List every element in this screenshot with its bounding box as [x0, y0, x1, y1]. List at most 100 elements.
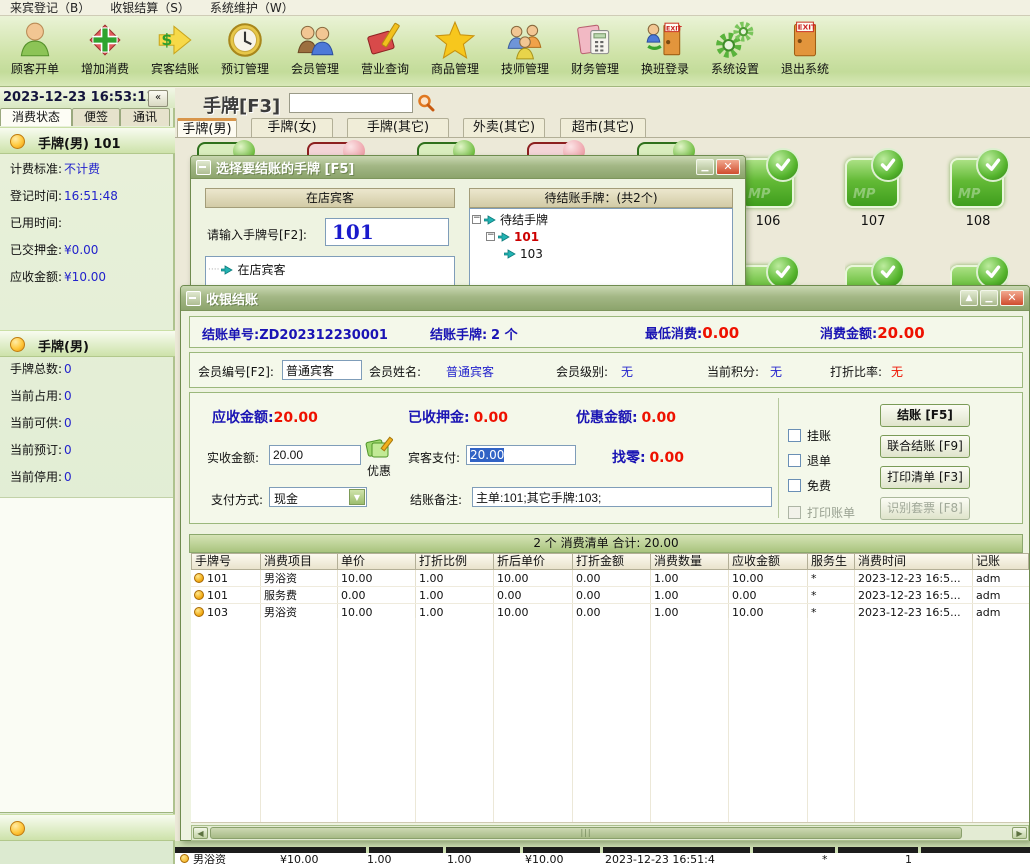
checkbox-icon[interactable]: [788, 454, 801, 467]
checkbox-icon[interactable]: [788, 479, 801, 492]
toolbar-customer-billing[interactable]: 顾客开单: [0, 16, 70, 86]
tag-tile-clipped[interactable]: [740, 255, 802, 285]
toolbar-members[interactable]: 会员管理: [280, 16, 350, 86]
tree-item-root[interactable]: 待结手牌: [472, 211, 730, 228]
menu-guest-register[interactable]: 来宾登记（B）: [0, 1, 100, 15]
sidebar-tabs: 消费状态 便签 通讯: [0, 108, 175, 126]
tree-item-101[interactable]: 101: [472, 228, 730, 245]
tab-tags-female[interactable]: 手牌(女): [251, 118, 333, 137]
dialog-titlebar[interactable]: 收银结账 ▲ ▁ ✕: [181, 286, 1029, 311]
tab-notes[interactable]: 便签: [72, 108, 120, 126]
receivable: 应收金额:20.00: [212, 407, 318, 427]
chevron-down-icon[interactable]: ▼: [349, 489, 365, 505]
tab-takeout-other[interactable]: 外卖(其它): [463, 118, 545, 137]
search-magnifier-icon[interactable]: [417, 94, 435, 112]
toolbar-goods[interactable]: 商品管理: [420, 16, 490, 86]
table-column-header[interactable]: 应收金额: [729, 553, 808, 570]
pending-tags-tree[interactable]: 待结手牌 101 103: [469, 208, 733, 292]
orange-ball-icon: [10, 134, 25, 149]
panel-header-current-tag[interactable]: 手牌(男) 101: [0, 127, 175, 154]
table-column-header[interactable]: 消费项目: [261, 553, 338, 570]
table-column-header[interactable]: 记账: [973, 553, 1029, 570]
consume-amount: 消费金额:20.00: [820, 323, 925, 342]
tree-item-instore[interactable]: ···· 在店宾客: [208, 261, 452, 278]
tag-tile-clipped[interactable]: [527, 139, 585, 155]
checkbox-icon: [788, 506, 801, 519]
tab-market-other[interactable]: 超市(其它): [560, 118, 646, 137]
tag-tile-clipped[interactable]: [417, 139, 475, 155]
close-icon[interactable]: ✕: [1000, 290, 1024, 306]
toolbar-guest-checkout[interactable]: $ 宾客结账: [140, 16, 210, 86]
tab-messages[interactable]: 通讯: [120, 108, 170, 126]
menu-system-maintain[interactable]: 系统维护（W）: [200, 1, 304, 15]
guest-pay-input[interactable]: 20.00: [466, 445, 576, 465]
toolbar-reservation[interactable]: 预订管理: [210, 16, 280, 86]
toolbar-settings[interactable]: 系统设置: [700, 16, 770, 86]
toolbar-exit[interactable]: EXIT 退出系统: [770, 16, 840, 86]
tab-tags-male[interactable]: 手牌(男): [177, 118, 237, 137]
toolbar-finance[interactable]: 财务管理: [560, 16, 630, 86]
table-column-header[interactable]: 折后单价: [494, 553, 573, 570]
table-column-header[interactable]: 单价: [338, 553, 416, 570]
rollup-icon[interactable]: ▲: [960, 290, 978, 306]
table-column-header[interactable]: 打折金额: [573, 553, 651, 570]
table-column-header[interactable]: 消费时间: [855, 553, 973, 570]
table-column-header[interactable]: 服务生: [808, 553, 855, 570]
payment-method-select[interactable]: 现金 ▼: [269, 487, 367, 507]
member-discount: 无: [891, 363, 903, 380]
close-icon[interactable]: ✕: [716, 159, 740, 175]
settle-button[interactable]: 结账 [F5]: [880, 404, 970, 427]
remark-input[interactable]: [472, 487, 772, 507]
checkbox-credit[interactable]: 挂账: [788, 427, 831, 444]
tab-tags-other[interactable]: 手牌(其它): [347, 118, 449, 137]
table-column-header[interactable]: 消费数量: [651, 553, 729, 570]
checkbox-refund[interactable]: 退单: [788, 452, 831, 469]
menu-cashier-settle[interactable]: 收银结算（S）: [100, 1, 200, 15]
member-no-input[interactable]: [282, 360, 362, 380]
tag-search-input[interactable]: [289, 93, 413, 113]
tag-stats-fields: 手牌总数:0当前占用:0当前可供:0当前预订:0当前停用:0: [0, 360, 175, 495]
tag-tile-108[interactable]: MP 108: [950, 150, 1010, 238]
checkbox-free[interactable]: 免费: [788, 477, 831, 494]
tag-number-input[interactable]: [325, 218, 449, 246]
collapse-node-icon[interactable]: [486, 232, 495, 241]
page-title: 手牌[F3]: [203, 92, 280, 118]
tag-tile-106[interactable]: MP 106: [740, 150, 800, 238]
tree-item-103[interactable]: 103: [472, 245, 730, 262]
panel-header-tag-stats[interactable]: 手牌(男): [0, 330, 175, 357]
sidebar-collapse-button[interactable]: «: [148, 90, 168, 107]
table-row[interactable]: 101 服务费0.001.000.000.001.000.00*2023-12-…: [191, 587, 1029, 604]
panel-header-collapsed[interactable]: [0, 814, 175, 841]
checkbox-icon[interactable]: [788, 429, 801, 442]
toolbar-business-query[interactable]: 营业查询: [350, 16, 420, 86]
tag-tile-clipped[interactable]: [637, 139, 695, 155]
tab-consume-status[interactable]: 消费状态: [0, 108, 72, 126]
tag-tile-clipped[interactable]: [307, 139, 365, 155]
identify-ticket-button: 识别套票 [F8]: [880, 497, 970, 520]
actual-amount-input[interactable]: [269, 445, 361, 465]
scroll-left-icon[interactable]: ◀: [193, 827, 208, 839]
dialog-titlebar[interactable]: 选择要结账的手牌 [F5] ▁ ✕: [191, 156, 745, 179]
toolbar-add-consumption[interactable]: 增加消费: [70, 16, 140, 86]
discount-button[interactable]: 优惠: [362, 435, 396, 483]
payment-box: 应收金额:20.00 已收押金: 0.00 优惠金额: 0.00 实收金额: 优…: [189, 392, 1023, 524]
tag-tile-clipped[interactable]: [950, 255, 1012, 285]
toolbar-shift-login[interactable]: EXIT 换班登录: [630, 16, 700, 86]
minimize-icon[interactable]: ▁: [980, 290, 998, 306]
collapse-node-icon[interactable]: [472, 215, 481, 224]
table-row[interactable]: 101 男浴资10.001.0010.000.001.0010.00*2023-…: [191, 570, 1029, 587]
scroll-right-icon[interactable]: ▶: [1012, 827, 1027, 839]
joint-settle-button[interactable]: 联合结账 [F9]: [880, 435, 970, 458]
table-column-header[interactable]: 手牌号: [191, 553, 261, 570]
tab-underline: [175, 137, 1030, 138]
tag-tile-clipped[interactable]: [845, 255, 907, 285]
scrollbar-thumb[interactable]: |||: [210, 827, 962, 839]
status-field: 应收金额:¥10.00: [0, 268, 175, 295]
minimize-icon[interactable]: ▁: [696, 159, 714, 175]
tag-tile-107[interactable]: MP 107: [845, 150, 905, 238]
table-column-header[interactable]: 打折比例: [416, 553, 494, 570]
print-list-button[interactable]: 打印清单 [F3]: [880, 466, 970, 489]
tag-tile-clipped[interactable]: [197, 139, 255, 155]
horizontal-scrollbar[interactable]: ◀ ||| ▶: [191, 825, 1029, 841]
toolbar-technicians[interactable]: 技师管理: [490, 16, 560, 86]
